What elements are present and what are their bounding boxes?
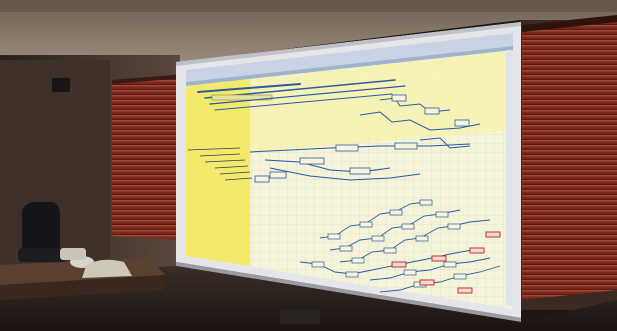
window-blind-left-icon [112,74,185,240]
chair-icon [18,202,66,262]
scene-svg [0,0,617,331]
ceiling-speaker-icon [52,78,70,92]
photo-scene [0,0,617,331]
window-blind-right-icon [522,15,617,300]
scrollbar [506,50,513,305]
projector-icon [280,310,320,324]
